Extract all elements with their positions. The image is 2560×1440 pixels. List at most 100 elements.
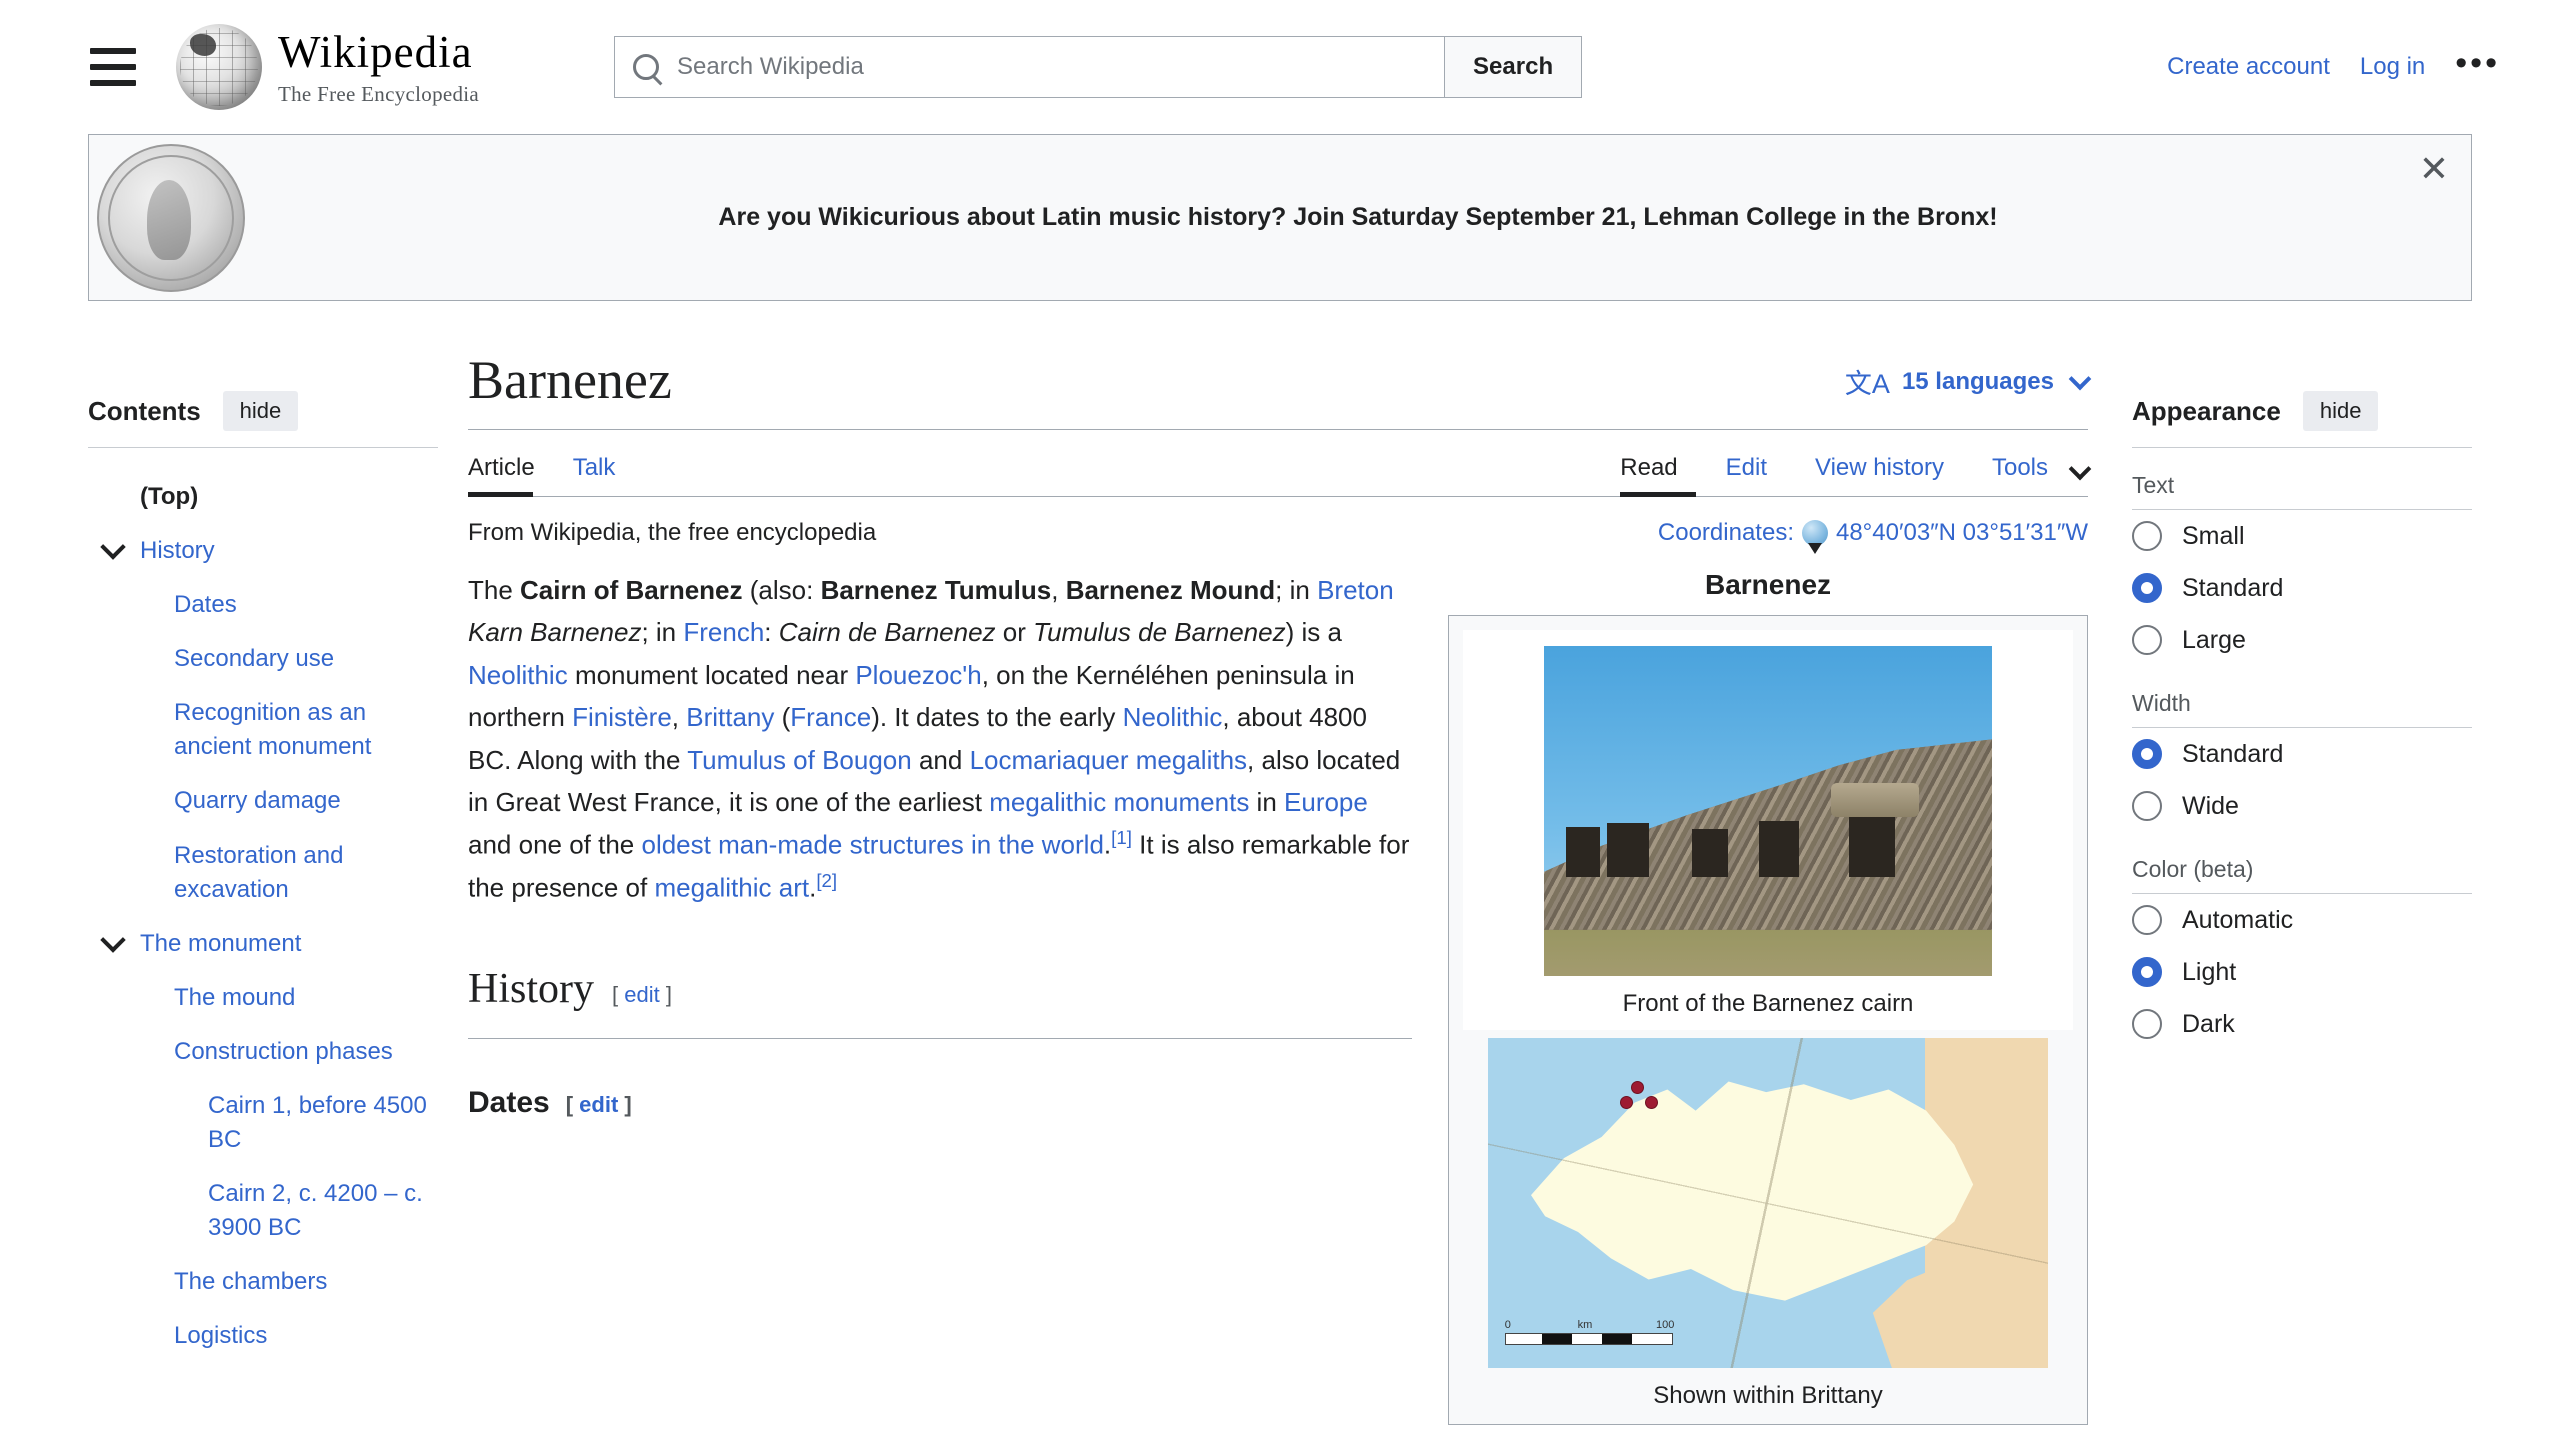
chevron-down-icon (2068, 367, 2092, 390)
link-tumulus-of-bougon[interactable]: Tumulus of Bougon (687, 745, 912, 775)
radio-label: Standard (2182, 573, 2284, 602)
radio-option-standard[interactable]: Standard (2132, 728, 2472, 780)
language-count-label: 15 languages (1901, 367, 2054, 395)
edit-section-link: [ edit ] (612, 982, 672, 1008)
tab-tools[interactable]: Tools (1992, 448, 2066, 496)
create-account-link[interactable]: Create account (2167, 53, 2330, 81)
toc-item-label: Dates (174, 591, 237, 619)
radio-icon[interactable] (2132, 905, 2162, 935)
toc-item[interactable]: Dates (88, 578, 438, 632)
map-caption: Shown within Brittany (1653, 1382, 1883, 1409)
toc-item[interactable]: Cairn 1, before 4500 BC (88, 1079, 438, 1167)
edit-link[interactable]: edit (579, 1092, 618, 1117)
chevron-down-icon[interactable] (104, 929, 124, 949)
map-scale-label-unit: km (1577, 1318, 1593, 1331)
tab-article[interactable]: Article (468, 448, 553, 497)
toc-item[interactable]: Cairn 2, c. 4200 – c. 3900 BC (88, 1167, 438, 1255)
toc-item[interactable]: Logistics (88, 1309, 438, 1363)
hamburger-icon[interactable] (90, 48, 136, 86)
toc-item[interactable]: The mound (88, 971, 438, 1025)
link-megalithic-monuments[interactable]: megalithic monuments (989, 787, 1249, 817)
radio-option-light[interactable]: Light (2132, 946, 2472, 998)
brittany-location-map[interactable]: 0 km 100 (1488, 1038, 2048, 1368)
radio-icon[interactable] (2132, 625, 2162, 655)
more-options-icon[interactable]: ••• (2455, 46, 2500, 80)
citation-2[interactable]: [2] (816, 870, 837, 891)
link-europe[interactable]: Europe (1284, 787, 1368, 817)
link-french[interactable]: French (683, 617, 764, 647)
tab-talk[interactable]: Talk (573, 448, 634, 496)
site-header: Wikipedia The Free Encyclopedia Search C… (0, 0, 2560, 134)
close-icon[interactable]: ✕ (2419, 151, 2449, 187)
radio-option-wide[interactable]: Wide (2132, 780, 2472, 832)
radio-option-standard[interactable]: Standard (2132, 562, 2472, 614)
link-oldest-structures[interactable]: oldest man-made structures in the world (641, 830, 1103, 860)
edit-link[interactable]: edit (624, 982, 659, 1007)
search-box[interactable] (614, 36, 1445, 98)
toc-item[interactable]: Secondary use (88, 632, 438, 686)
search-area: Search (614, 36, 1583, 98)
citation-1[interactable]: [1] (1111, 827, 1132, 848)
barnenez-cairn-photo[interactable] (1544, 646, 1992, 976)
radio-selected-icon[interactable] (2132, 573, 2162, 603)
translate-icon: 文A (1844, 369, 1890, 399)
language-selector-button[interactable]: 文A 15 languages (1844, 362, 2092, 411)
link-breton[interactable]: Breton (1317, 575, 1394, 605)
link-france[interactable]: France (790, 702, 871, 732)
tools-chevron-down-icon[interactable] (2068, 457, 2092, 481)
toc-hide-button[interactable]: hide (222, 391, 299, 431)
toc-item[interactable]: Recognition as an ancient monument (88, 686, 438, 774)
radio-label: Small (2182, 521, 2245, 550)
tab-view-history[interactable]: View history (1815, 448, 1962, 496)
radio-label: Wide (2182, 791, 2239, 820)
link-brittany[interactable]: Brittany (686, 702, 774, 732)
infobox-photo-figure: Front of the Barnenez cairn (1463, 630, 2073, 1030)
radio-option-small[interactable]: Small (2132, 510, 2472, 562)
toc-item-label: Construction phases (174, 1037, 393, 1065)
radio-option-dark[interactable]: Dark (2132, 998, 2472, 1050)
toc-item[interactable]: Quarry damage (88, 774, 438, 828)
tabs-divider (468, 496, 2088, 497)
toc-item[interactable]: The monument (88, 917, 438, 971)
view-tabs: Read Edit View history Tools (1590, 448, 2092, 497)
radio-option-large[interactable]: Large (2132, 614, 2472, 666)
link-plouezoch[interactable]: Plouezoc'h (855, 660, 981, 690)
radio-selected-icon[interactable] (2132, 957, 2162, 987)
wikipedia-globe-icon (176, 24, 262, 110)
link-neolithic[interactable]: Neolithic (468, 660, 568, 690)
link-neolithic-2[interactable]: Neolithic (1123, 702, 1223, 732)
tab-read[interactable]: Read (1620, 448, 1697, 497)
radio-icon[interactable] (2132, 521, 2162, 551)
coordinates-value[interactable]: 48°40′03″N 03°51′31″W (1836, 519, 2088, 547)
radio-option-automatic[interactable]: Automatic (2132, 894, 2472, 946)
radio-selected-icon[interactable] (2132, 739, 2162, 769)
radio-label: Dark (2182, 1009, 2235, 1038)
radio-icon[interactable] (2132, 791, 2162, 821)
bold-term: Cairn of Barnenez (520, 575, 743, 605)
link-locmariaquer-megaliths[interactable]: Locmariaquer megaliths (970, 745, 1247, 775)
lintel-stone (1830, 783, 1919, 817)
search-input[interactable] (675, 52, 1427, 82)
link-megalithic-art[interactable]: megalithic art (654, 873, 809, 903)
link-finistere[interactable]: Finistère (572, 702, 672, 732)
toc-item[interactable]: The chambers (88, 1255, 438, 1309)
login-link[interactable]: Log in (2360, 53, 2425, 81)
namespace-tabs: Article Talk (468, 448, 653, 497)
radio-label: Automatic (2182, 905, 2294, 934)
coordinates[interactable]: Coordinates: 48°40′03″N 03°51′31″W (1658, 519, 2088, 554)
toc-item[interactable]: Restoration and excavation (88, 829, 438, 917)
toc-item[interactable]: History (88, 524, 438, 578)
chevron-down-icon[interactable] (104, 536, 124, 556)
title-divider (468, 429, 2088, 430)
tab-edit[interactable]: Edit (1726, 448, 1785, 496)
photo-caption: Front of the Barnenez cairn (1622, 990, 1914, 1017)
radio-icon[interactable] (2132, 1009, 2162, 1039)
chamber-entrance (1848, 815, 1895, 877)
map-scale-label-0: 0 (1504, 1318, 1511, 1331)
wikipedia-logo[interactable]: Wikipedia The Free Encyclopedia (176, 24, 479, 110)
toc-item[interactable]: (Top) (88, 470, 438, 524)
toc-item[interactable]: Construction phases (88, 1025, 438, 1079)
chamber-entrance (1691, 829, 1728, 877)
search-button[interactable]: Search (1444, 36, 1583, 98)
appearance-hide-button[interactable]: hide (2302, 391, 2379, 431)
